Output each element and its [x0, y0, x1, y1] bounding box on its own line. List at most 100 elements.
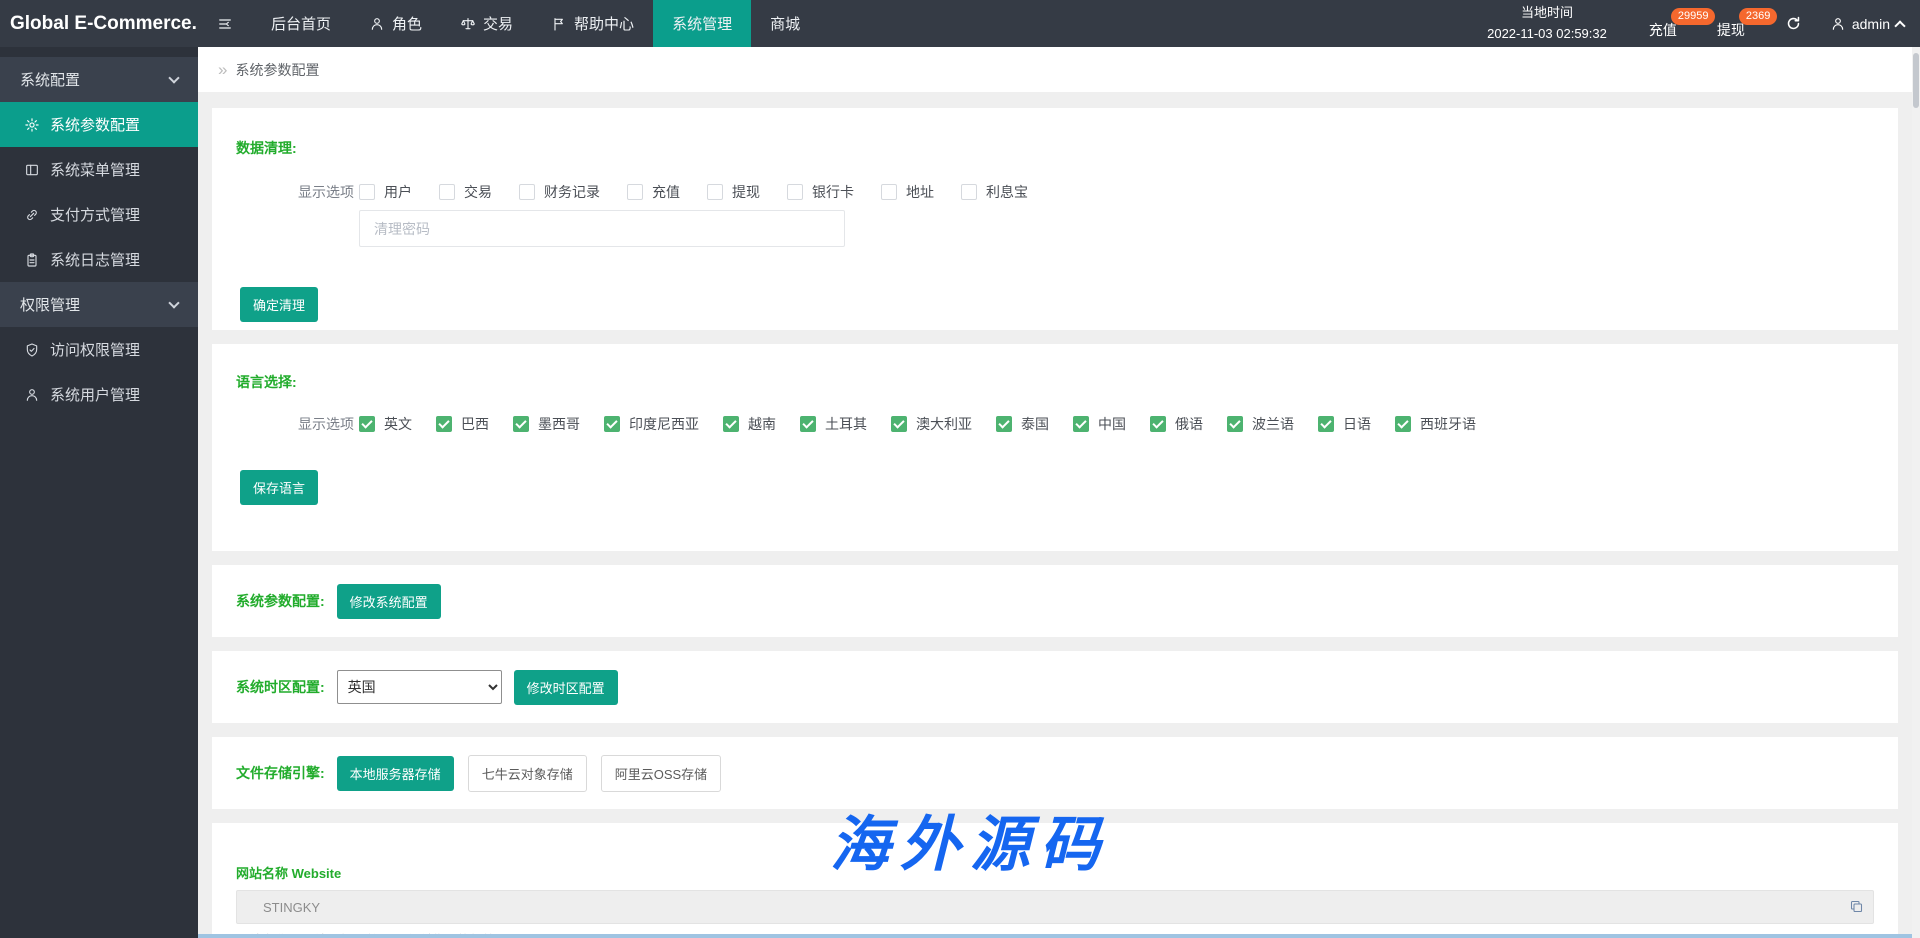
timezone-label: 系统时区配置:: [236, 677, 325, 697]
sidebar-group-permission-management[interactable]: 权限管理: [0, 282, 198, 327]
checkbox-unchecked-icon: [519, 184, 535, 200]
system-config-panel: 系统参数配置: 修改系统配置: [212, 565, 1898, 637]
checkbox-unchecked-icon: [359, 184, 375, 200]
username: admin: [1852, 16, 1890, 32]
language-panel: 语言选择: 显示选项 英文 巴西 墨西哥 印度尼西亚 越南 土耳其 澳大利亚 泰…: [212, 344, 1898, 551]
timezone-panel: 系统时区配置: 英国 修改时区配置: [212, 651, 1898, 723]
modify-timezone-button[interactable]: 修改时区配置: [514, 670, 618, 705]
checkbox-checked-icon: [1227, 416, 1243, 432]
modify-system-config-button[interactable]: 修改系统配置: [337, 584, 441, 619]
storage-local-server-button[interactable]: 本地服务器存储: [337, 756, 454, 791]
language-options-row: 显示选项 英文 巴西 墨西哥 印度尼西亚 越南 土耳其 澳大利亚 泰国 中国 俄…: [298, 414, 1898, 434]
scrollbar-thumb[interactable]: [1913, 53, 1919, 108]
clipboard-icon: [24, 252, 40, 268]
breadcrumb: » 系统参数配置: [198, 47, 1912, 92]
sidebar: 系统配置 系统参数配置 系统菜单管理 支付方式管理 系统日志管理 权限管理 访问…: [0, 47, 198, 938]
sidebar-toggle-button[interactable]: [198, 0, 252, 47]
language-option-polish[interactable]: 波兰语: [1227, 414, 1294, 434]
storage-qiniu-button[interactable]: 七牛云对象存储: [468, 755, 587, 792]
timezone-select[interactable]: 英国: [337, 670, 502, 704]
storage-engine-panel: 文件存储引擎: 本地服务器存储 七牛云对象存储 阿里云OSS存储: [212, 737, 1898, 809]
system-config-label: 系统参数配置:: [236, 591, 325, 611]
link-icon: [24, 207, 40, 223]
language-option-mexico[interactable]: 墨西哥: [513, 414, 580, 434]
sidebar-item-system-log-management[interactable]: 系统日志管理: [0, 237, 198, 282]
checkbox-unchecked-icon: [707, 184, 723, 200]
cleanup-option-address[interactable]: 地址: [881, 182, 934, 202]
checkbox-checked-icon: [723, 416, 739, 432]
recharge-stat[interactable]: 充值 29959: [1649, 8, 1677, 40]
cleanup-password-input[interactable]: [359, 210, 845, 247]
navbar-right-cluster: 当地时间 2022-11-03 02:59:32 充值 29959 提现 236…: [1487, 0, 1920, 47]
sidebar-item-payment-method-management[interactable]: 支付方式管理: [0, 192, 198, 237]
local-time: 当地时间 2022-11-03 02:59:32: [1487, 3, 1607, 43]
withdraw-badge: 2369: [1739, 8, 1777, 25]
user-icon: [1830, 16, 1846, 32]
nav-item-mall[interactable]: 商城: [751, 0, 819, 47]
sidebar-item-system-menu-management[interactable]: 系统菜单管理: [0, 147, 198, 192]
language-option-brazil[interactable]: 巴西: [436, 414, 489, 434]
checkbox-unchecked-icon: [787, 184, 803, 200]
checkbox-unchecked-icon: [961, 184, 977, 200]
checkbox-unchecked-icon: [881, 184, 897, 200]
display-options-label: 显示选项: [298, 182, 359, 202]
chevron-down-icon: [168, 72, 179, 83]
storage-aliyun-oss-button[interactable]: 阿里云OSS存储: [601, 755, 721, 792]
language-option-vietnam[interactable]: 越南: [723, 414, 776, 434]
confirm-cleanup-button[interactable]: 确定清理: [240, 287, 318, 322]
nav-item-system-management[interactable]: 系统管理: [653, 0, 751, 47]
cleanup-option-interest-treasure[interactable]: 利息宝: [961, 182, 1028, 202]
gear-icon: [24, 117, 40, 133]
storage-engine-label: 文件存储引擎:: [236, 763, 325, 783]
recharge-label: 充值: [1649, 22, 1677, 38]
user-icon: [369, 16, 385, 32]
nav-item-help-center[interactable]: 帮助中心: [532, 0, 653, 47]
language-option-spanish[interactable]: 西班牙语: [1395, 414, 1476, 434]
website-name-input-wrap: [236, 890, 1874, 924]
copy-icon[interactable]: [1849, 899, 1864, 914]
language-option-english[interactable]: 英文: [359, 414, 412, 434]
language-option-australia[interactable]: 澳大利亚: [891, 414, 972, 434]
nav-item-roles[interactable]: 角色: [350, 0, 441, 47]
withdraw-stat[interactable]: 提现 2369: [1717, 8, 1745, 40]
checkbox-checked-icon: [996, 416, 1012, 432]
cleanup-option-withdraw[interactable]: 提现: [707, 182, 760, 202]
checkbox-checked-icon: [1395, 416, 1411, 432]
cleanup-option-recharge[interactable]: 充值: [627, 182, 680, 202]
cleanup-option-users[interactable]: 用户: [359, 182, 412, 202]
nav-item-home[interactable]: 后台首页: [252, 0, 350, 47]
scales-icon: [460, 16, 476, 32]
cleanup-option-transactions[interactable]: 交易: [439, 182, 492, 202]
language-option-thailand[interactable]: 泰国: [996, 414, 1049, 434]
breadcrumb-chevrons-icon: »: [218, 60, 227, 80]
sidebar-item-system-user-management[interactable]: 系统用户管理: [0, 372, 198, 417]
sidebar-group-system-config[interactable]: 系统配置: [0, 57, 198, 102]
language-option-russian[interactable]: 俄语: [1150, 414, 1203, 434]
cleanup-option-bank-card[interactable]: 银行卡: [787, 182, 854, 202]
hamburger-icon: [217, 16, 233, 32]
language-option-indonesia[interactable]: 印度尼西亚: [604, 414, 699, 434]
language-option-japanese[interactable]: 日语: [1318, 414, 1371, 434]
vertical-scrollbar[interactable]: [1912, 47, 1920, 938]
chevron-up-icon: [1894, 20, 1905, 31]
checkbox-checked-icon: [1318, 416, 1334, 432]
cleanup-option-finance-records[interactable]: 财务记录: [519, 182, 600, 202]
checkbox-checked-icon: [1150, 416, 1166, 432]
bottom-scroll-strip[interactable]: [198, 934, 1912, 938]
sidebar-item-system-param-config[interactable]: 系统参数配置: [0, 102, 198, 147]
language-select-label: 语言选择:: [212, 372, 1898, 392]
language-option-turkey[interactable]: 土耳其: [800, 414, 867, 434]
local-time-value: 2022-11-03 02:59:32: [1487, 24, 1607, 44]
website-name-input[interactable]: [236, 890, 1874, 924]
sidebar-item-access-permission-management[interactable]: 访问权限管理: [0, 327, 198, 372]
language-option-china[interactable]: 中国: [1073, 414, 1126, 434]
user-menu[interactable]: admin: [1830, 16, 1904, 32]
refresh-button[interactable]: [1785, 15, 1802, 32]
menu-window-icon: [24, 162, 40, 178]
save-language-button[interactable]: 保存语言: [240, 470, 318, 505]
checkbox-unchecked-icon: [627, 184, 643, 200]
checkbox-checked-icon: [359, 416, 375, 432]
withdraw-label: 提现: [1717, 22, 1745, 38]
checkbox-checked-icon: [891, 416, 907, 432]
nav-item-transactions[interactable]: 交易: [441, 0, 532, 47]
